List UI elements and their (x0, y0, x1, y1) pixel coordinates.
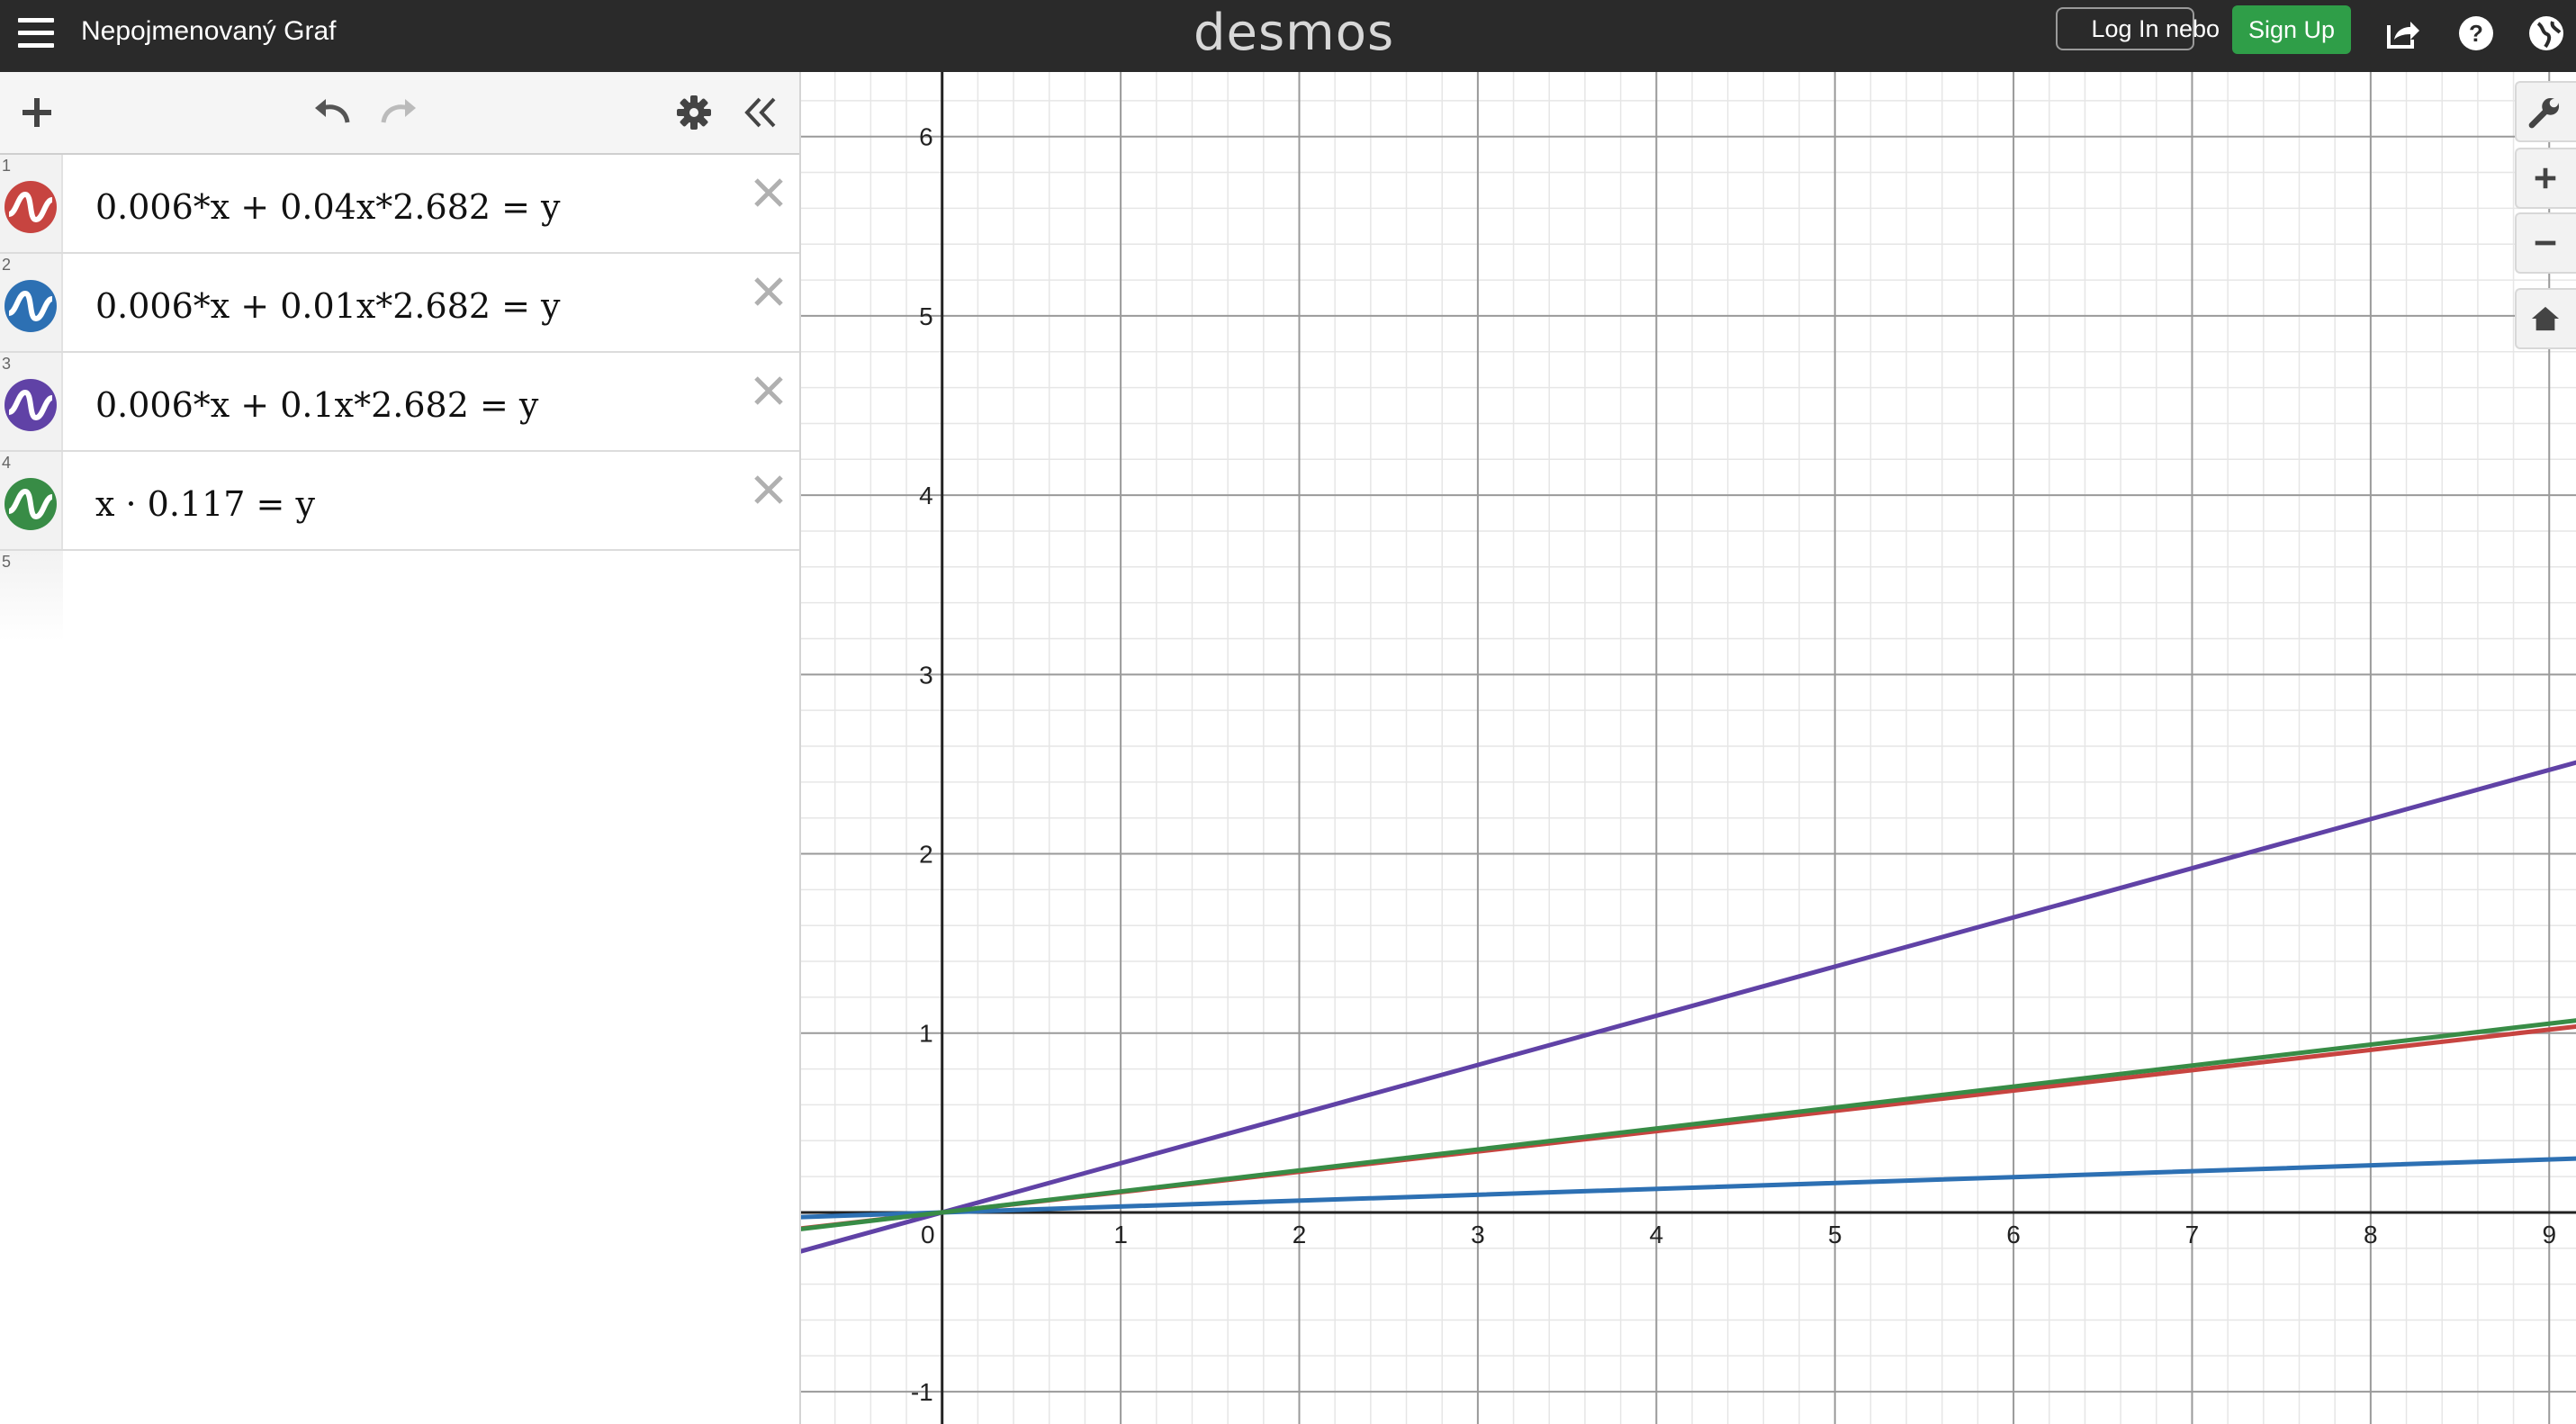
redo-icon[interactable] (374, 88, 423, 137)
expression-panel: 1 0.006*x + 0.04x*2.682 = y 2 0.006*x + … (0, 72, 801, 1424)
expression-row[interactable]: 2 0.006*x + 0.01x*2.682 = y (0, 254, 799, 353)
y-tick-label: 1 (919, 1020, 933, 1048)
zoom-in-icon[interactable] (2515, 148, 2576, 209)
graph-style-icon[interactable] (4, 477, 58, 531)
x-tick-label: 5 (1828, 1221, 1842, 1248)
expression-number: 4 (2, 454, 12, 472)
graph-canvas[interactable]: 0 1 2 3 4 5 6 7 8 9 -1 1 2 3 4 5 6 (801, 72, 2576, 1424)
expression-gutter: 2 (0, 254, 63, 351)
svg-text:?: ? (2469, 20, 2483, 47)
graph-paper[interactable]: 0 1 2 3 4 5 6 7 8 9 -1 1 2 3 4 5 6 (801, 72, 2576, 1424)
y-tick-label: 3 (919, 661, 933, 689)
help-icon[interactable]: ? (2455, 13, 2497, 54)
delete-icon[interactable] (751, 373, 787, 409)
y-tick-label: 4 (919, 482, 933, 509)
x-tick-label: 9 (2542, 1221, 2556, 1248)
expression-toolbar (0, 72, 799, 155)
expression-row[interactable]: 3 0.006*x + 0.1x*2.682 = y (0, 353, 799, 452)
share-icon[interactable] (2382, 13, 2423, 54)
settings-icon[interactable] (670, 88, 718, 137)
x-tick-label: 7 (2185, 1221, 2200, 1248)
delete-icon[interactable] (751, 274, 787, 310)
wrench-icon[interactable] (2515, 81, 2576, 142)
expression-row[interactable]: 4 x · 0.117 = y (0, 452, 799, 551)
signup-button[interactable]: Sign Up (2232, 5, 2351, 54)
y-tick-label: 2 (919, 841, 933, 869)
expression-row-empty[interactable]: 5 (0, 551, 799, 650)
expression-formula[interactable]: 0.006*x + 0.1x*2.682 = y (95, 385, 538, 425)
delete-icon[interactable] (751, 175, 787, 211)
x-tick-label: 1 (1113, 1221, 1128, 1248)
series-line (801, 1156, 2576, 1220)
expression-row[interactable]: 1 0.006*x + 0.04x*2.682 = y (0, 155, 799, 254)
top-bar: Nepojmenovaný Graf desmos Log In nebo Si… (0, 0, 2576, 72)
expression-formula[interactable]: 0.006*x + 0.01x*2.682 = y (95, 286, 561, 326)
x-tick-label: 6 (2006, 1221, 2021, 1248)
graph-style-icon[interactable] (4, 180, 58, 234)
language-icon[interactable] (2526, 13, 2567, 54)
expression-number: 2 (2, 256, 12, 274)
expression-number: 5 (2, 553, 12, 571)
or-label: nebo (2166, 15, 2220, 42)
expression-gutter: 4 (0, 452, 63, 549)
expression-number: 3 (2, 355, 12, 373)
graph-title[interactable]: Nepojmenovaný Graf (81, 16, 336, 47)
series-line (801, 760, 2576, 1254)
desmos-logo: desmos (1193, 4, 1395, 62)
expression-gutter: 3 (0, 353, 63, 450)
y-tick-label: 5 (919, 302, 933, 330)
x-tick-label: 0 (921, 1221, 935, 1248)
y-tick-label: -1 (911, 1378, 933, 1406)
menu-icon[interactable] (18, 18, 54, 49)
y-tick-label: 6 (919, 123, 933, 151)
graph-style-icon[interactable] (4, 279, 58, 333)
delete-icon[interactable] (751, 472, 787, 508)
expression-gutter: 5 (0, 551, 63, 641)
add-icon[interactable] (13, 88, 61, 137)
x-tick-label: 8 (2364, 1221, 2378, 1248)
x-tick-label: 4 (1650, 1221, 1664, 1248)
zoom-out-icon[interactable] (2515, 212, 2576, 274)
home-icon[interactable] (2515, 288, 2576, 349)
x-tick-label: 2 (1293, 1221, 1307, 1248)
expression-number: 1 (2, 157, 12, 175)
expression-formula[interactable]: x · 0.117 = y (95, 484, 315, 524)
series-line (801, 1018, 2576, 1231)
collapse-icon[interactable] (736, 88, 785, 137)
expression-gutter: 1 (0, 155, 63, 252)
undo-icon[interactable] (308, 88, 356, 137)
graph-style-icon[interactable] (4, 378, 58, 432)
x-tick-label: 3 (1471, 1221, 1485, 1248)
expression-formula[interactable]: 0.006*x + 0.04x*2.682 = y (95, 187, 561, 227)
